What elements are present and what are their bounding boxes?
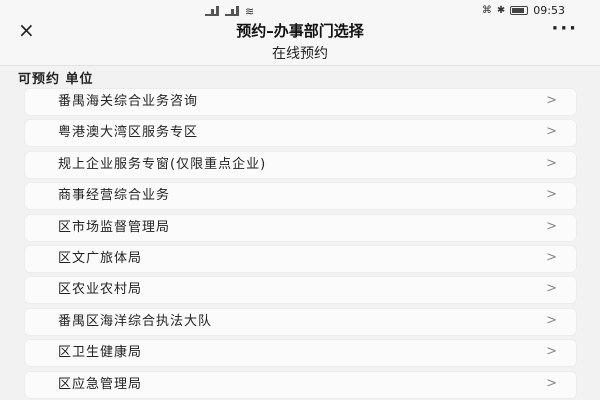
list-item[interactable]: 粤港澳大湾区服务专区 > — [24, 119, 577, 148]
signal-icon — [205, 6, 219, 16]
list-item-label: 番禺海关综合业务咨询 — [58, 94, 199, 109]
chevron-right-icon: > — [546, 281, 557, 297]
list-item-label: 区应急管理局 — [58, 376, 143, 392]
chevron-right-icon: > — [546, 218, 557, 234]
chevron-right-icon: > — [546, 375, 557, 391]
status-signals: ≋ — [205, 5, 254, 18]
list-item[interactable]: 区农业农村局 > — [24, 276, 577, 305]
list-item-label: 规上企业服务专窗(仅限重点企业) — [58, 156, 267, 172]
nfc-icon: ⌘ — [481, 5, 492, 16]
chevron-right-icon: > — [546, 124, 557, 140]
subheader-title: 在线预约 — [0, 42, 600, 66]
battery-icon — [510, 6, 529, 15]
list-item[interactable]: 番禺区海洋综合执法大队 > — [24, 307, 577, 336]
list-item[interactable]: 区市场监督管理局 > — [24, 213, 577, 242]
status-time: 09:53 — [533, 4, 565, 17]
chevron-right-icon: > — [546, 249, 557, 265]
list-item-label: 商事经营综合业务 — [58, 188, 171, 204]
list-item-label: 区市场监督管理局 — [58, 219, 171, 235]
list-item[interactable]: 区应急管理局 > — [24, 370, 577, 399]
chevron-right-icon: > — [546, 312, 557, 328]
chevron-right-icon: > — [546, 344, 557, 360]
bluetooth-icon: ✱ — [496, 5, 506, 16]
list-item[interactable]: 区卫生健康局 > — [24, 339, 577, 368]
list-item-label: 区农业农村局 — [58, 282, 143, 298]
list-item-label: 番禺区海洋综合执法大队 — [58, 313, 213, 329]
list-item-label: 粤港澳大湾区服务专区 — [58, 125, 199, 141]
list-item[interactable]: 区文广旅体局 > — [24, 244, 577, 273]
chevron-right-icon: > — [546, 155, 557, 171]
list-item-label: 区文广旅体局 — [58, 250, 143, 266]
list-item[interactable]: 商事经营综合业务 > — [24, 182, 577, 211]
list-item-label: 区卫生健康局 — [58, 345, 143, 361]
section-label: 可预约 单位 — [18, 72, 94, 87]
page-title: 预约–办事部门选择 — [236, 22, 364, 40]
status-right: ⌘ ✱ 09:53 — [482, 4, 565, 17]
department-list: 番禺海关综合业务咨询 > 粤港澳大湾区服务专区 > 规上企业服务专窗(仅限重点企… — [24, 88, 577, 400]
more-icon[interactable]: ··· — [551, 18, 578, 40]
chevron-right-icon: > — [546, 93, 557, 108]
signal-icon-2 — [225, 6, 239, 16]
wifi-icon: ≋ — [245, 5, 255, 18]
list-item[interactable]: 规上企业服务专窗(仅限重点企业) > — [24, 150, 577, 179]
chevron-right-icon: > — [546, 187, 557, 203]
list-item[interactable]: 番禺海关综合业务咨询 > — [24, 88, 577, 116]
nav-bar: × 预约–办事部门选择 ··· — [0, 18, 600, 42]
